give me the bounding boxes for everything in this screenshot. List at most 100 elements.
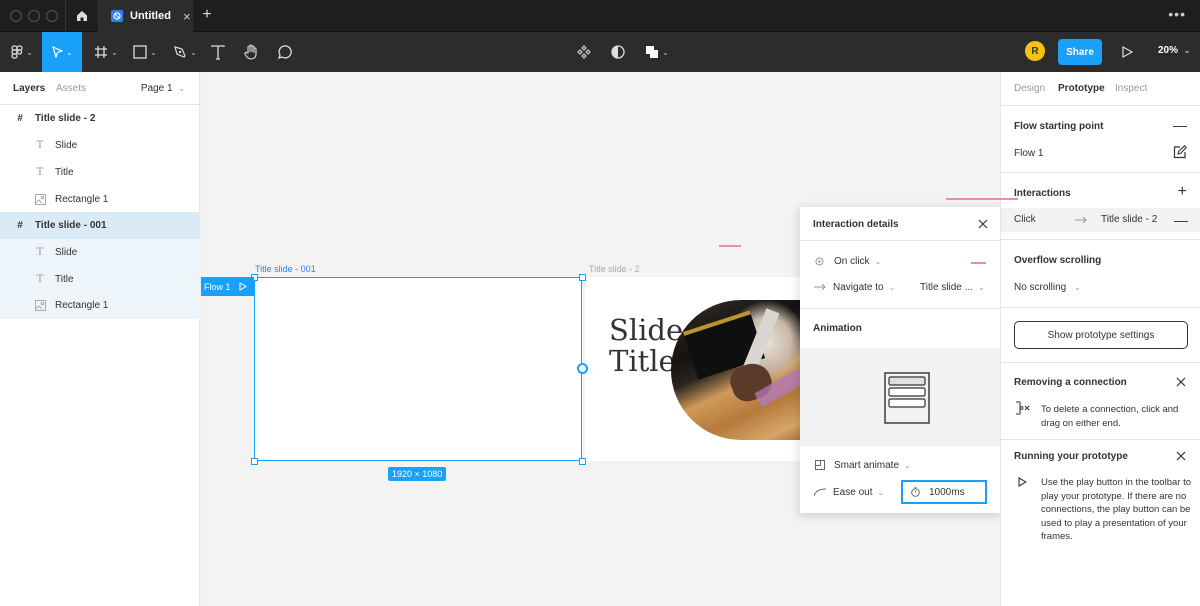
play-icon <box>1018 477 1027 487</box>
text-icon <box>211 44 225 60</box>
layers-panel: Layers Assets Page 1 ⌄ # Title slide - 2… <box>0 72 200 606</box>
home-button[interactable] <box>66 0 98 32</box>
frame-title-slide-001-selected[interactable] <box>254 277 582 461</box>
chevron-down-icon: ⌄ <box>1183 46 1191 55</box>
layer-item[interactable]: Rectangle 1 <box>0 186 200 213</box>
move-tool[interactable]: ⌄ <box>42 32 82 72</box>
properties-panel: Design Prototype Inspect Flow starting p… <box>1000 72 1200 606</box>
interaction-trigger: Click <box>1014 214 1036 225</box>
close-icon[interactable] <box>1176 451 1186 461</box>
layer-label: Title <box>55 167 74 178</box>
resize-handle[interactable] <box>251 458 258 465</box>
window-controls <box>10 10 58 22</box>
text-tool[interactable] <box>208 32 228 72</box>
file-tab-label: Untitled <box>130 10 171 22</box>
resize-handle[interactable] <box>579 274 586 281</box>
chevron-down-icon: ⌄ <box>662 47 669 57</box>
frame-tool[interactable]: ⌄ <box>90 32 122 72</box>
show-prototype-settings-button[interactable]: Show prototype settings <box>1014 321 1188 349</box>
layer-item[interactable]: # Title slide - 2 <box>0 105 200 132</box>
overflow-scrolling-dropdown[interactable]: No scrolling ⌄ <box>1014 282 1081 293</box>
user-avatar[interactable]: R <box>1025 41 1045 61</box>
destination-value: Title slide ... <box>920 281 973 293</box>
layer-item[interactable]: T Title <box>0 266 200 293</box>
resize-handle[interactable] <box>579 458 586 465</box>
removing-connection-text: To delete a connection, click and drag o… <box>1041 404 1179 429</box>
shape-tool[interactable]: ⌄ <box>130 32 160 72</box>
tab-design[interactable]: Design <box>1014 83 1045 94</box>
figma-logo-icon <box>11 45 23 59</box>
text-layer-icon: T <box>36 247 44 258</box>
tab-inspect[interactable]: Inspect <box>1115 83 1147 94</box>
main-menu-button[interactable]: ⌄ <box>4 32 40 72</box>
pen-tool[interactable]: ⌄ <box>170 32 200 72</box>
overflow-value: No scrolling <box>1014 282 1067 293</box>
hand-tool[interactable] <box>241 32 261 72</box>
boolean-operations-button[interactable]: ⌄ <box>642 32 672 72</box>
components-button[interactable] <box>574 32 594 72</box>
layer-item[interactable]: Rectangle 1 <box>0 292 200 319</box>
remove-interaction-icon[interactable]: — <box>1174 213 1188 227</box>
chevron-down-icon: ⌄ <box>66 47 73 57</box>
toolbar: ⌄ ⌄ ⌄ ⌄ ⌄ ⌄ <box>0 32 1200 72</box>
ease-curve-icon <box>814 488 826 496</box>
connection-node-handle[interactable] <box>577 363 588 374</box>
click-target-icon <box>815 257 824 265</box>
animation-type-dropdown[interactable]: Smart animate ⌄ <box>800 458 1000 472</box>
duration-input[interactable]: 1000ms <box>901 480 987 504</box>
page-selector[interactable]: Page 1 ⌄ <box>141 83 185 94</box>
smart-animate-icon <box>815 460 825 470</box>
chevron-down-icon: ⌄ <box>178 84 185 93</box>
present-button[interactable] <box>1118 32 1136 72</box>
layer-item[interactable]: T Slide <box>0 132 200 159</box>
trigger-dropdown[interactable]: On click ⌄ <box>800 254 1000 268</box>
page-name: Page 1 <box>140 83 173 94</box>
more-options-button[interactable]: ••• <box>1168 6 1186 22</box>
frame-grid-icon <box>95 46 108 58</box>
frame-label-title-slide-2[interactable]: Title slide - 2 <box>589 264 640 274</box>
destination-dropdown[interactable]: Title slide ... ⌄ <box>920 280 990 294</box>
chevron-down-icon: ⌄ <box>26 47 33 57</box>
easing-dropdown[interactable]: Ease out ⌄ <box>800 485 895 499</box>
close-tab-icon[interactable]: × <box>183 9 191 24</box>
chevron-down-icon: ⌄ <box>874 256 882 266</box>
divider <box>800 308 1000 309</box>
components-icon <box>577 45 591 59</box>
mask-button[interactable] <box>608 32 628 72</box>
new-tab-button[interactable]: + <box>199 6 215 24</box>
chevron-down-icon: ⌄ <box>111 47 118 57</box>
hand-icon <box>244 44 257 60</box>
interaction-row[interactable]: Click Title slide - 2 — <box>1001 208 1200 232</box>
file-icon <box>111 10 123 22</box>
layer-label: Rectangle 1 <box>55 194 109 205</box>
maximize-window-button[interactable] <box>46 10 58 22</box>
flow-name[interactable]: Flow 1 <box>1014 148 1043 159</box>
add-interaction-icon[interactable]: + <box>1178 184 1187 200</box>
share-button[interactable]: Share <box>1058 39 1102 65</box>
layer-item-selected[interactable]: # Title slide - 001 <box>0 212 200 239</box>
arrow-right-icon <box>814 283 826 291</box>
arrow-right-icon <box>1075 216 1087 224</box>
tab-layers[interactable]: Layers <box>13 83 45 94</box>
file-tab[interactable]: Untitled × <box>99 0 193 32</box>
close-icon[interactable] <box>1176 377 1186 387</box>
zoom-level-dropdown[interactable]: 20% ⌄ <box>1158 45 1191 56</box>
connection-line-fragment <box>946 198 1018 200</box>
animation-preview <box>800 348 1000 446</box>
minimize-window-button[interactable] <box>28 10 40 22</box>
mask-contrast-icon <box>611 45 625 59</box>
remove-flow-icon[interactable]: — <box>1173 118 1187 132</box>
close-window-button[interactable] <box>10 10 22 22</box>
pen-nib-icon <box>174 46 186 58</box>
tab-assets[interactable]: Assets <box>56 83 86 94</box>
text-layer-icon: T <box>36 167 44 178</box>
layer-item[interactable]: T Title <box>0 159 200 186</box>
comment-tool[interactable] <box>274 32 294 72</box>
close-icon[interactable] <box>978 219 988 229</box>
edit-icon[interactable] <box>1173 145 1187 159</box>
tab-prototype[interactable]: Prototype <box>1058 83 1105 94</box>
layer-item[interactable]: T Slide <box>0 239 200 266</box>
disconnect-icon <box>1016 401 1030 415</box>
flow-starting-point-tag[interactable]: Flow 1 <box>201 277 254 296</box>
frame-label-title-slide-001[interactable]: Title slide - 001 <box>255 264 316 274</box>
